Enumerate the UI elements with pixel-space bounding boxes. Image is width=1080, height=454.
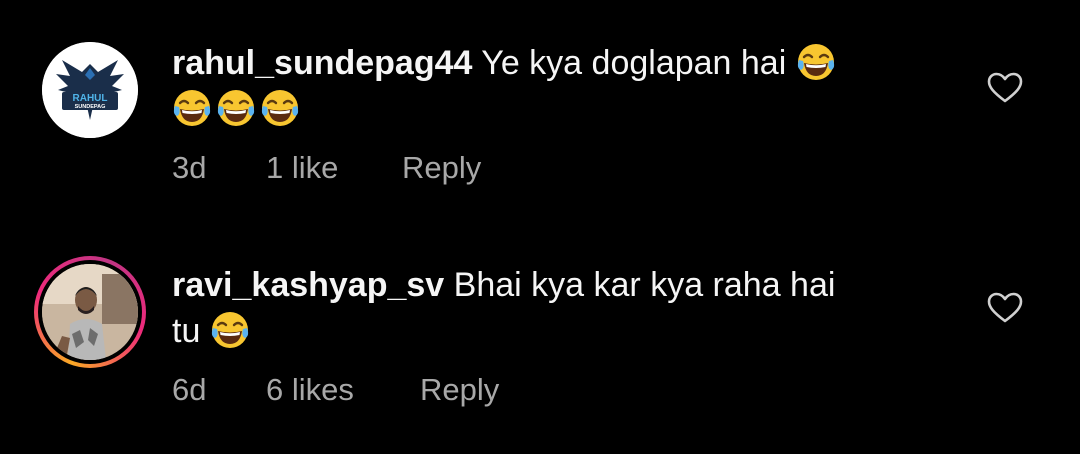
joy-emoji-icon [260,88,300,128]
joy-emoji-icon [172,88,212,128]
comment-text: ravi_kashyap_sv Bhai kya kar kya raha ha… [172,262,962,308]
avatar-text-bottom: SUNDEPAG [75,104,106,110]
comment-message-continued: tu [172,312,201,350]
profile-photo-icon [42,264,138,360]
reply-button[interactable]: Reply [420,372,499,408]
comment-text-line2 [172,86,962,132]
comment-text-line2: tu [172,308,962,354]
comment-message: Bhai kya kar kya raha hai [453,266,836,304]
comment-body: ravi_kashyap_sv Bhai kya kar kya raha ha… [172,262,962,407]
username-link[interactable]: ravi_kashyap_sv [172,266,444,304]
like-heart-icon[interactable] [987,72,1023,104]
avatar[interactable]: RAHUL SUNDEPAG [42,42,138,138]
joy-emoji-icon [210,310,250,350]
comment-body: rahul_sundepag44 Ye kya doglapan hai 3d … [172,40,962,185]
like-count-link[interactable]: 6 likes [266,372,354,408]
joy-emoji-icon [216,88,256,128]
comment-age: 3d [172,150,207,185]
joy-emoji-icon [796,42,836,82]
reply-button[interactable]: Reply [402,150,481,186]
comment-age: 6d [172,372,207,407]
eagle-logo-icon: RAHUL SUNDEPAG [42,42,138,138]
like-count-link[interactable]: 1 like [266,150,338,186]
avatar[interactable] [42,264,138,360]
like-heart-icon[interactable] [987,292,1023,324]
avatar-text-top: RAHUL [73,93,108,104]
username-link[interactable]: rahul_sundepag44 [172,44,472,82]
comment-message: Ye kya doglapan hai [481,44,787,82]
comment-text: rahul_sundepag44 Ye kya doglapan hai [172,40,962,86]
